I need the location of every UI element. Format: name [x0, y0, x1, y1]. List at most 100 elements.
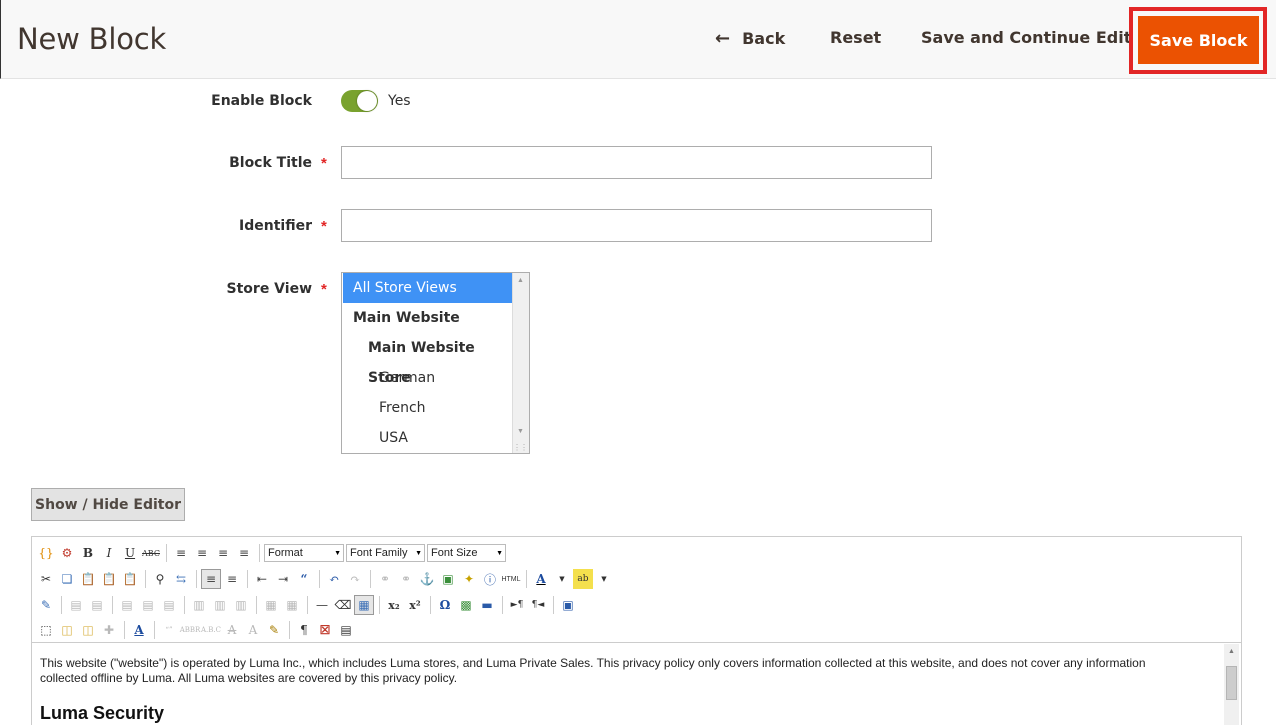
copy-icon[interactable]: ❏ [57, 569, 77, 589]
rtl-icon[interactable]: ¶◄ [528, 595, 548, 615]
strikethrough-icon[interactable]: ABC [141, 543, 161, 563]
unlink-icon[interactable]: ⚭ [396, 569, 416, 589]
merge-cells-icon[interactable]: ▦ [282, 595, 302, 615]
abbreviation-icon[interactable]: ABBR [180, 620, 201, 640]
insert-text-icon[interactable]: A [243, 620, 263, 640]
bullet-list-icon[interactable]: ≡ [201, 569, 221, 589]
redo-icon[interactable]: ↷ [345, 569, 365, 589]
align-left-icon[interactable]: ≡ [171, 543, 191, 563]
underline-icon[interactable]: U [120, 543, 140, 563]
store-option-usa[interactable]: USA [343, 423, 513, 453]
anchor-icon[interactable]: ⚓ [417, 569, 437, 589]
chevron-down-icon[interactable]: ▼ [594, 569, 614, 589]
cut-icon[interactable]: ✂ [36, 569, 56, 589]
superscript-icon[interactable]: x² [405, 595, 425, 615]
align-center-icon[interactable]: ≡ [192, 543, 212, 563]
absolute-position-icon[interactable]: ✚ [99, 620, 119, 640]
paste-word-icon[interactable]: 📋 [120, 569, 140, 589]
move-backward-icon[interactable]: ◫ [78, 620, 98, 640]
insert-col-before-icon[interactable]: ▥ [189, 595, 209, 615]
identifier-input[interactable] [341, 209, 932, 242]
nonbreaking-space-icon[interactable]: ☒ [315, 620, 335, 640]
text-color-icon[interactable]: A [531, 569, 551, 589]
style-props-icon[interactable]: A [129, 620, 149, 640]
insert-widget-icon[interactable]: ⚙ [57, 543, 77, 563]
store-option-main-website-store[interactable]: Main Website Store [343, 333, 513, 386]
visual-aid-icon[interactable]: ▦ [354, 595, 374, 615]
page-break-icon[interactable]: ▤ [336, 620, 356, 640]
save-block-button[interactable]: Save Block [1138, 16, 1259, 64]
split-cells-icon[interactable]: ▦ [261, 595, 281, 615]
help-icon[interactable]: ⓘ [480, 569, 500, 589]
paste-text-icon[interactable]: 📋 [99, 569, 119, 589]
delete-row-icon[interactable]: ▤ [159, 595, 179, 615]
insert-layer-icon[interactable]: ⬚ [36, 620, 56, 640]
insert-col-after-icon[interactable]: ▥ [210, 595, 230, 615]
background-color-icon[interactable]: ab [573, 569, 593, 589]
html-source-icon[interactable]: HTML [501, 569, 521, 589]
acronym-icon[interactable]: A.B.C [201, 620, 221, 640]
bold-icon[interactable]: B [78, 543, 98, 563]
save-and-continue-button[interactable]: Save and Continue Edit [921, 28, 1131, 47]
scrollbar-thumb[interactable] [1226, 666, 1237, 700]
find-icon[interactable]: ⚲ [150, 569, 170, 589]
chevron-down-icon[interactable]: ▼ [552, 569, 572, 589]
remove-format-icon[interactable]: ⌫ [333, 595, 353, 615]
store-select-scrollbar[interactable]: ▲ ▼ [512, 273, 529, 453]
scroll-up-icon[interactable]: ▲ [517, 277, 524, 284]
scroll-up-icon[interactable]: ▲ [1228, 648, 1235, 655]
toolbar-row-2: ✂ ❏ 📋 📋 📋 ⚲ ⇆ ≡ ≡ ⇤ ⇥ “ ↶ ↷ ⚭ ⚭ ⚓ ▣ ✦ ⓘ … [36, 567, 615, 591]
edit-css-icon[interactable]: ✎ [36, 595, 56, 615]
indent-icon[interactable]: ⇥ [273, 569, 293, 589]
move-forward-icon[interactable]: ◫ [57, 620, 77, 640]
font-size-dropdown[interactable]: Font Size ▼ [427, 544, 506, 562]
italic-icon[interactable]: I [99, 543, 119, 563]
reset-button[interactable]: Reset [830, 28, 881, 47]
cleanup-icon[interactable]: ✦ [459, 569, 479, 589]
link-icon[interactable]: ⚭ [375, 569, 395, 589]
table-cell-props-icon[interactable]: ▤ [87, 595, 107, 615]
cite-icon[interactable]: “” [159, 620, 179, 640]
align-right-icon[interactable]: ≡ [213, 543, 233, 563]
paste-icon[interactable]: 📋 [78, 569, 98, 589]
special-char-icon[interactable]: Ω [435, 595, 455, 615]
delete-text-icon[interactable]: A [222, 620, 242, 640]
block-title-input[interactable] [341, 146, 932, 179]
insert-row-before-icon[interactable]: ▤ [117, 595, 137, 615]
delete-col-icon[interactable]: ▥ [231, 595, 251, 615]
scroll-down-icon[interactable]: ▼ [517, 428, 524, 435]
undo-icon[interactable]: ↶ [324, 569, 344, 589]
insert-media-icon[interactable]: ▩ [456, 595, 476, 615]
align-justify-icon[interactable]: ≡ [234, 543, 254, 563]
insert-variable-icon[interactable]: {} [36, 543, 56, 563]
toolbar-row-3: ✎ ▤ ▤ ▤ ▤ ▤ ▥ ▥ ▥ ▦ ▦ — ⌫ ▦ x₂ x² Ω ▩ ▬ … [36, 593, 579, 617]
ltr-icon[interactable]: ►¶ [507, 595, 527, 615]
outdent-icon[interactable]: ⇤ [252, 569, 272, 589]
back-button[interactable]: ← Back [715, 28, 785, 49]
insert-image-icon[interactable]: ▣ [438, 569, 458, 589]
advanced-hr-icon[interactable]: ▬ [477, 595, 497, 615]
subscript-icon[interactable]: x₂ [384, 595, 404, 615]
store-option-main-website[interactable]: Main Website [343, 303, 513, 333]
attributes-icon[interactable]: ✎ [264, 620, 284, 640]
horizontal-rule-icon[interactable]: — [312, 595, 332, 615]
table-row-props-icon[interactable]: ▤ [66, 595, 86, 615]
editor-content[interactable]: This website ("website") is operated by … [32, 644, 1241, 725]
fullscreen-icon[interactable]: ▣ [558, 595, 578, 615]
blockquote-icon[interactable]: “ [294, 569, 314, 589]
replace-icon[interactable]: ⇆ [171, 569, 191, 589]
store-option-all[interactable]: All Store Views [343, 273, 513, 303]
store-view-multiselect[interactable]: All Store Views Main Website Main Websit… [341, 272, 530, 454]
editor-scrollbar[interactable]: ▲ [1224, 644, 1239, 725]
font-family-dropdown[interactable]: Font Family ▼ [346, 544, 425, 562]
show-blocks-icon[interactable]: ¶ [294, 620, 314, 640]
resize-grip-icon[interactable]: ⋮⋮ [513, 443, 528, 452]
numbered-list-icon[interactable]: ≡ [222, 569, 242, 589]
format-dropdown[interactable]: Format ▼ [264, 544, 344, 562]
toolbar-separator [124, 621, 125, 639]
store-option-german[interactable]: German [343, 363, 513, 393]
insert-row-after-icon[interactable]: ▤ [138, 595, 158, 615]
enable-block-toggle[interactable] [341, 90, 378, 112]
store-option-french[interactable]: French [343, 393, 513, 423]
show-hide-editor-button[interactable]: Show / Hide Editor [31, 488, 185, 521]
